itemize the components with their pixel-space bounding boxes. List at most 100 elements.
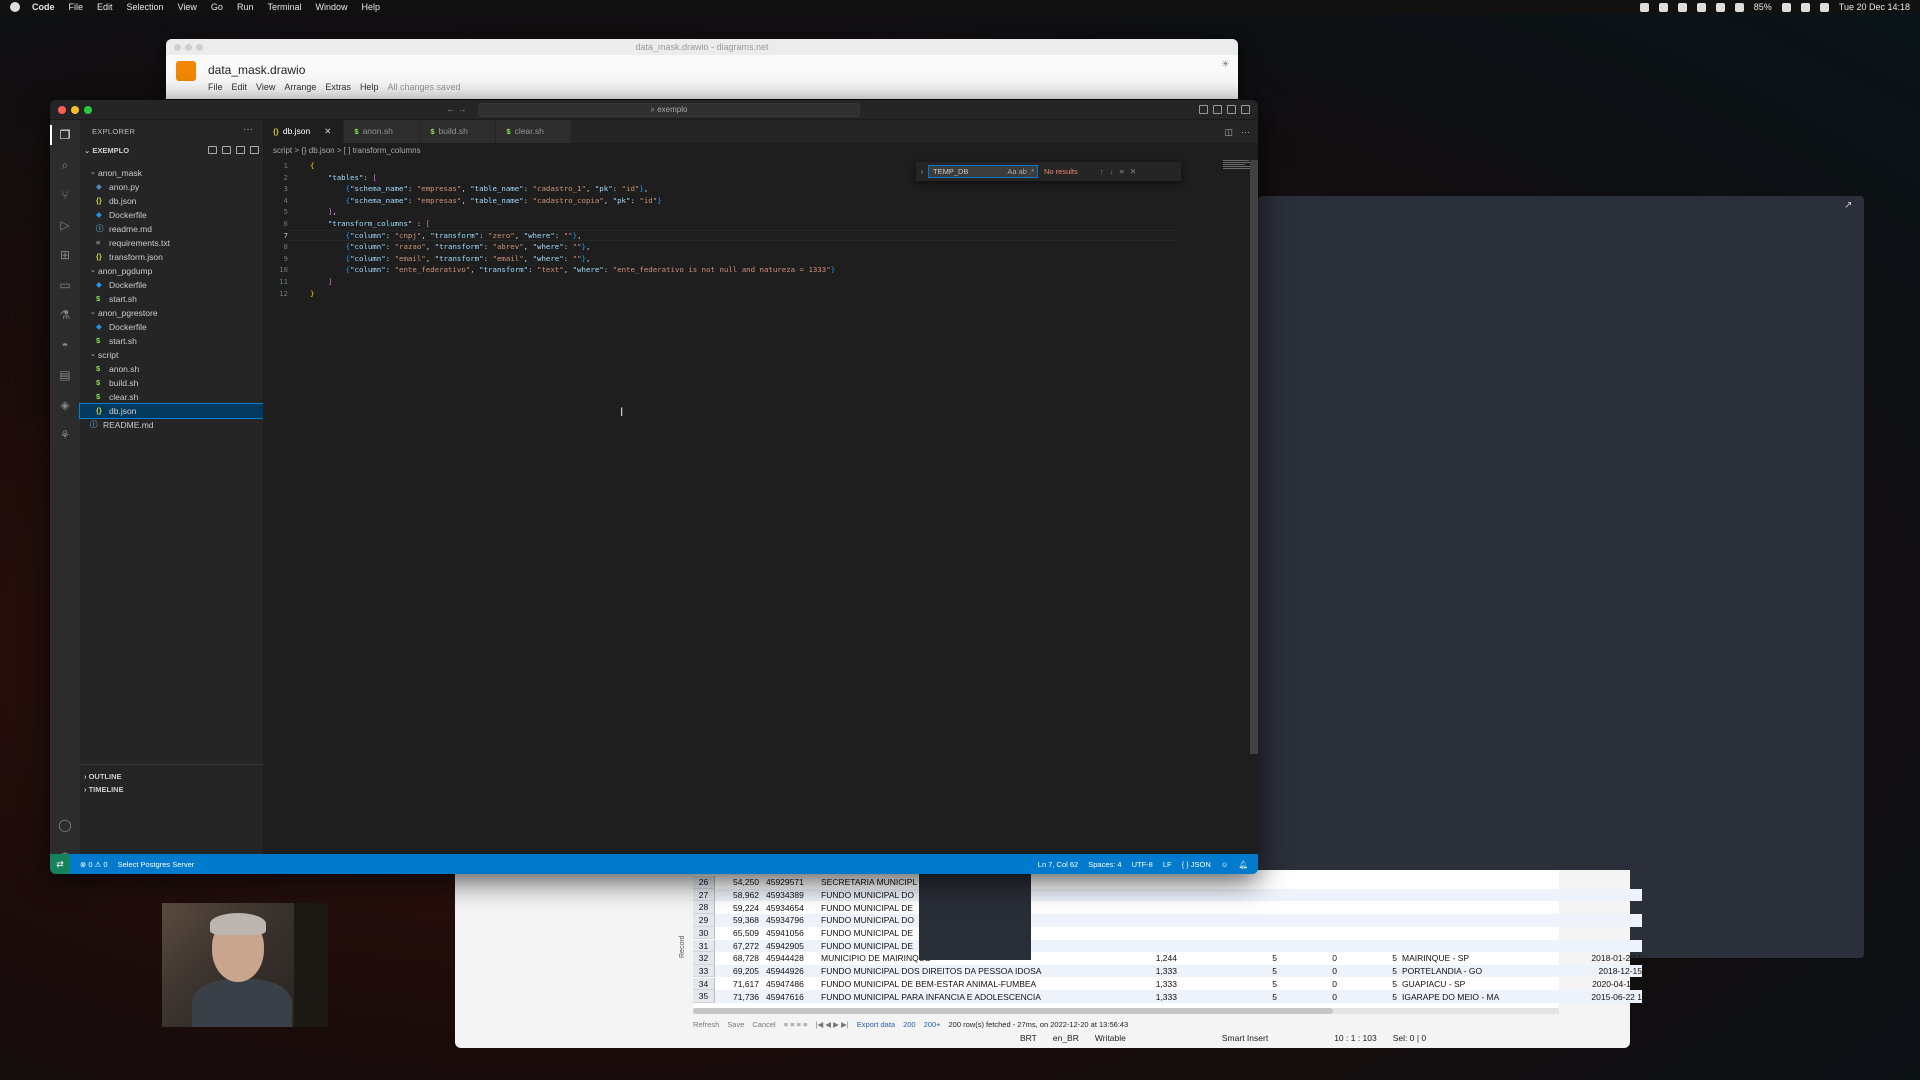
table-cell[interactable]: 69,205 [715, 966, 762, 976]
fetch-all-button[interactable]: 200+ [924, 1020, 941, 1029]
explorer-icon[interactable]: ❐ [50, 125, 72, 145]
table-cell[interactable]: 1,333 [1127, 979, 1177, 989]
table-cell[interactable]: 2020-04-11 1 [1547, 979, 1642, 989]
find-options-icons[interactable]: Aa ab .* [1007, 166, 1037, 177]
row-number[interactable]: 31 [693, 939, 715, 952]
media-icon[interactable] [1696, 2, 1706, 12]
minimap[interactable] [1223, 160, 1253, 172]
table-cell[interactable]: 45929571 [762, 877, 817, 887]
row-number[interactable]: 33 [693, 964, 715, 978]
notifications-icon[interactable]: 🔔︎ [1238, 860, 1248, 869]
tree-file[interactable]: $ clear.sh [80, 390, 263, 404]
tree-file[interactable]: ◆ Dockerfile [80, 320, 263, 334]
search-icon[interactable]: ⌕ [58, 158, 72, 172]
table-cell[interactable]: 2018-01-20 1 [1547, 953, 1642, 963]
plugin-icon[interactable]: ⚘ [58, 428, 72, 442]
drawio-menu-file[interactable]: File [208, 82, 223, 92]
indentation[interactable]: Spaces: 4 [1088, 860, 1121, 869]
table-cell[interactable]: 68,728 [715, 953, 762, 963]
tree-file[interactable]: ⓘ readme.md [80, 222, 263, 236]
tree-file[interactable]: $ start.sh [80, 334, 263, 348]
control-center-icon[interactable] [1819, 2, 1829, 12]
layout-toggle-icons[interactable] [1199, 105, 1250, 114]
maximize-window-button[interactable] [84, 106, 92, 114]
table-cell[interactable]: 5 [1337, 992, 1397, 1002]
tab-build-sh[interactable]: $ build.sh [420, 120, 497, 143]
row-number[interactable]: 34 [693, 977, 715, 991]
menu-selection[interactable]: Selection [127, 2, 164, 12]
table-cell[interactable]: 45944428 [762, 953, 817, 963]
table-cell[interactable]: FUNDO MUNICIPAL PARA INFANCIA E ADOLESCE… [817, 992, 1127, 1002]
postgres-icon[interactable]: ◈ [58, 398, 72, 412]
remote-explorer-icon[interactable]: ▭ [58, 278, 72, 292]
table-cell[interactable]: 71,736 [715, 992, 762, 1002]
table-cell[interactable]: 45947486 [762, 979, 817, 989]
close-tab-icon[interactable]: ✕ [324, 126, 331, 136]
menubar-clock[interactable]: Tue 20 Dec 14:18 [1839, 2, 1910, 12]
tree-file[interactable]: $ build.sh [80, 376, 263, 390]
table-cell[interactable]: 45941056 [762, 928, 817, 938]
save-button[interactable]: Save [727, 1020, 744, 1029]
close-window-button[interactable] [58, 106, 66, 114]
tree-file[interactable]: {} db.json [80, 194, 263, 208]
table-cell[interactable]: FUNDO MUNICIPAL DOS DIREITOS DA PESSOA I… [817, 966, 1127, 976]
drawio-menu-help[interactable]: Help [360, 82, 379, 92]
code-line[interactable]: 8 {"column": "razao", "transform": "abre… [263, 241, 1258, 253]
paging-icons[interactable]: |◀ ◀ ▶ ▶| [816, 1020, 849, 1029]
table-cell[interactable]: 1,333 [1127, 992, 1177, 1002]
previous-match-icon[interactable]: ↑ [1100, 167, 1104, 176]
toggle-replace-icon[interactable]: › [916, 167, 928, 176]
shield-icon[interactable] [1658, 2, 1668, 12]
end-of-line[interactable]: LF [1163, 860, 1172, 869]
problems-count[interactable]: ⊗ 0 ⚠ 0 [80, 860, 108, 869]
table-cell[interactable]: 0 [1277, 979, 1337, 989]
split-editor-icon[interactable]: ◫ [1224, 127, 1233, 143]
tab-anon-sh[interactable]: $ anon.sh [344, 120, 421, 143]
tree-file[interactable]: ⓘ README.md [80, 418, 263, 432]
find-in-selection-icon[interactable]: ≡ [1120, 167, 1124, 176]
table-row[interactable]: 33 69,205 45944926 FUNDO MUNICIPAL DOS DIRE… [693, 964, 1642, 978]
table-cell[interactable]: GUAPIACU - SP [1397, 979, 1547, 989]
table-cell[interactable]: 5 [1337, 966, 1397, 976]
table-cell[interactable]: 5 [1337, 953, 1397, 963]
more-icon[interactable]: ··· [1241, 127, 1250, 143]
table-cell[interactable]: PORTELANDIA - GO [1397, 966, 1547, 976]
table-cell[interactable]: 45934796 [762, 915, 817, 925]
code-line[interactable]: 12} [263, 288, 1258, 300]
menu-code[interactable]: Code [32, 2, 55, 12]
minimize-window-button[interactable] [71, 106, 79, 114]
code-line[interactable]: 5 ], [263, 206, 1258, 218]
table-cell[interactable]: 5 [1177, 979, 1277, 989]
row-number[interactable]: 27 [693, 888, 715, 902]
menu-terminal[interactable]: Terminal [267, 2, 301, 12]
table-cell[interactable]: 5 [1177, 953, 1277, 963]
table-cell[interactable]: 67,272 [715, 941, 762, 951]
tree-folder[interactable]: ⌄ script [80, 348, 263, 362]
table-cell[interactable]: 2018-12-15 [1547, 966, 1642, 976]
feedback-icon[interactable]: ☺ [1221, 860, 1229, 869]
menu-window[interactable]: Window [315, 2, 347, 12]
drawio-menu-extras[interactable]: Extras [325, 82, 351, 92]
drawio-menu-arrange[interactable]: Arrange [284, 82, 316, 92]
row-number[interactable]: 32 [693, 952, 715, 965]
drawio-file-name[interactable]: data_mask.drawio [208, 63, 305, 77]
table-cell[interactable]: 59,224 [715, 903, 762, 913]
share-icon[interactable]: ↗ [1844, 200, 1858, 212]
table-cell[interactable]: 5 [1177, 966, 1277, 976]
table-row[interactable]: 27 58,962 45934389 FUNDO MUNICIPAL DO [693, 888, 1642, 902]
row-number[interactable]: 35 [693, 990, 715, 1003]
refresh-button[interactable]: Refresh [693, 1020, 719, 1029]
database-icon[interactable]: ▤ [58, 368, 72, 382]
tree-folder[interactable]: ⌄ anon_pgdump [80, 264, 263, 278]
row-number[interactable]: 30 [693, 926, 715, 940]
menu-help[interactable]: Help [361, 2, 380, 12]
run-debug-icon[interactable]: ▷ [58, 218, 72, 232]
remote-icon[interactable]: ⇄ [50, 854, 70, 874]
menu-go[interactable]: Go [211, 2, 223, 12]
drawio-traffic-lights[interactable] [174, 44, 203, 51]
table-cell[interactable]: 65,509 [715, 928, 762, 938]
table-cell[interactable]: 45934389 [762, 890, 817, 900]
source-control-icon[interactable]: ⑂ [58, 188, 72, 202]
apple-icon[interactable] [10, 2, 20, 12]
outline-panel-header[interactable]: › OUTLINE [84, 772, 122, 781]
